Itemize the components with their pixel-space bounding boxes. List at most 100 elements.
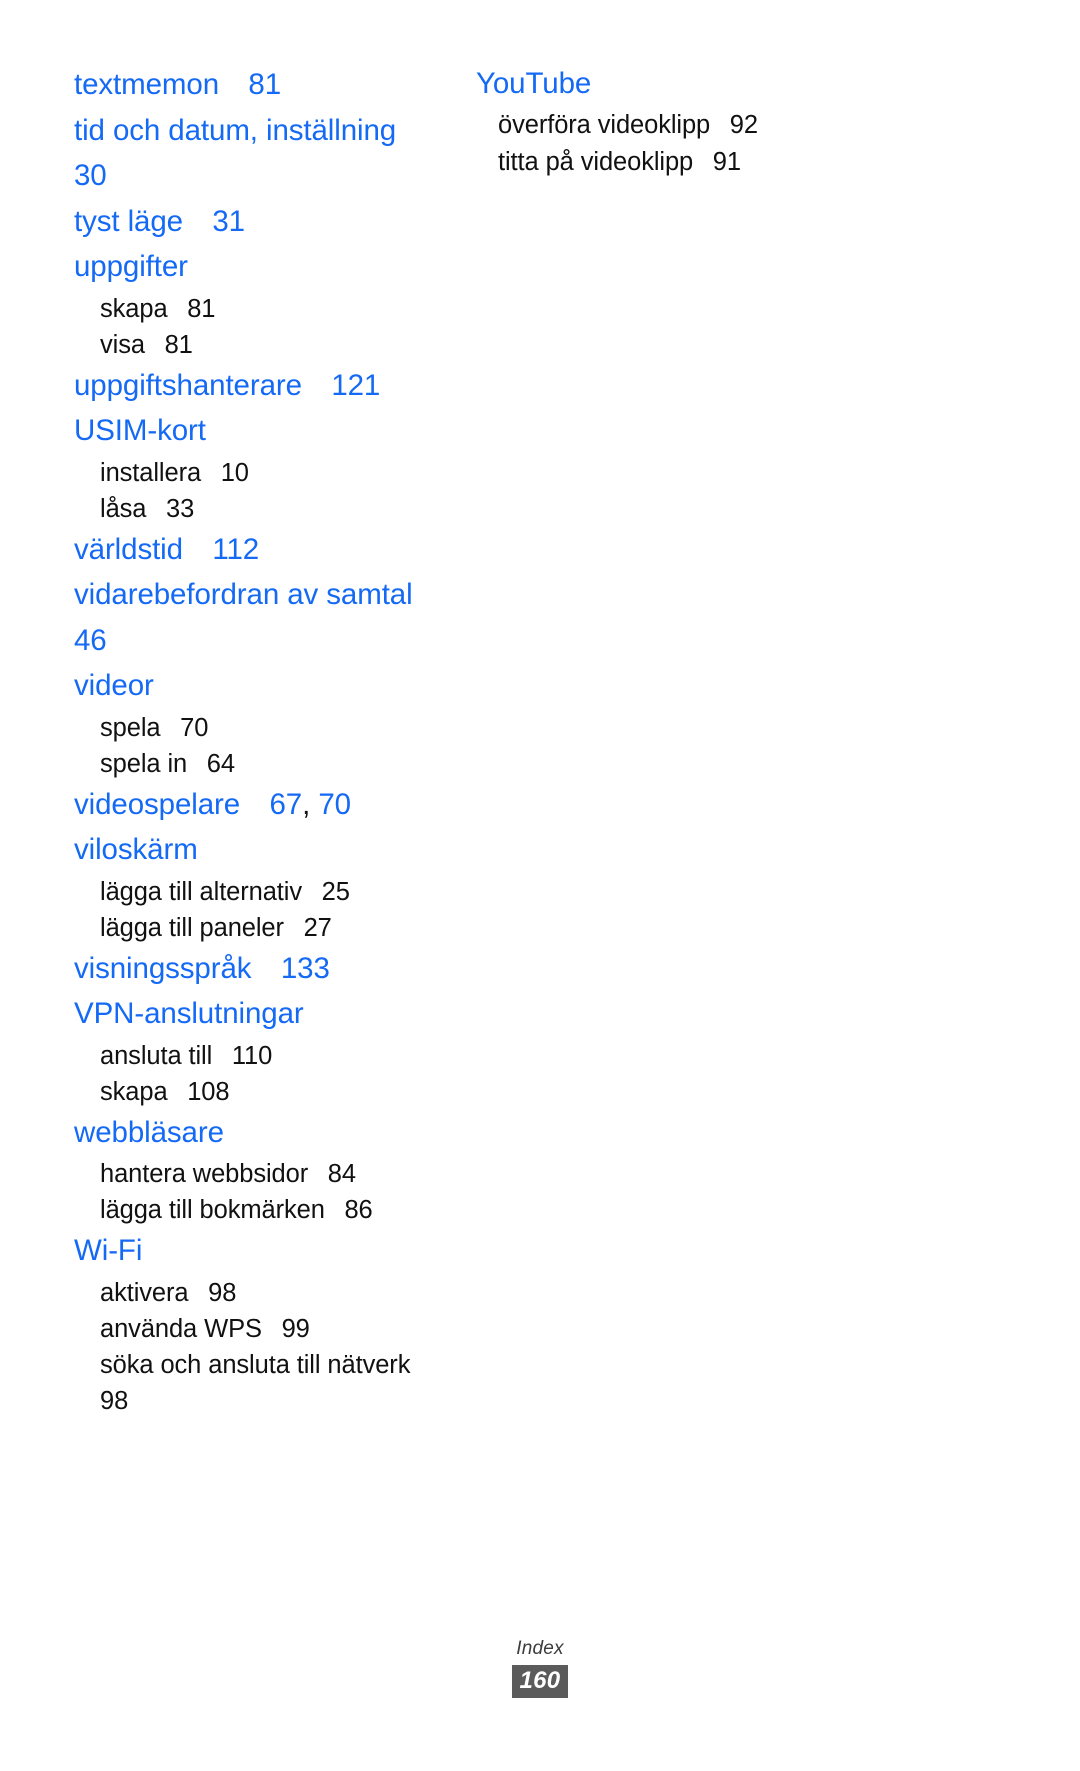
index-main-entry[interactable]: viloskärm xyxy=(74,827,455,873)
index-main-entry[interactable]: VPN-anslutningar xyxy=(74,991,455,1037)
index-sub-entry[interactable]: lägga till alternativ 25 xyxy=(74,874,455,910)
index-sub-entry[interactable]: överföra videoklipp 92 xyxy=(476,107,955,144)
index-subentry-pages: 98 xyxy=(208,1278,237,1307)
index-sub-entry[interactable]: söka och ansluta till nätverk 98 xyxy=(74,1347,455,1419)
index-sub-entry[interactable]: aktivera 98 xyxy=(74,1275,455,1311)
index-sub-entry[interactable]: spela 70 xyxy=(74,710,455,746)
index-main-entry[interactable]: textmemon 81 xyxy=(74,62,455,108)
index-main-entry[interactable]: videor xyxy=(74,663,455,709)
index-entry-term: VPN-anslutningar xyxy=(74,997,304,1030)
index-sub-entry[interactable]: använda WPS 99 xyxy=(74,1311,455,1347)
index-subentry-pages: 91 xyxy=(712,148,741,176)
index-entry-term: Wi-Fi xyxy=(74,1234,143,1267)
index-sub-entry[interactable]: skapa 108 xyxy=(74,1074,455,1110)
index-subentry-pages: 98 xyxy=(100,1386,129,1415)
index-subentry-group: installera 10 låsa 33 xyxy=(74,455,455,527)
index-main-entry[interactable]: videospelare 67, 70 xyxy=(74,782,455,828)
index-sub-entry[interactable]: spela in 64 xyxy=(74,746,455,782)
index-main-entry[interactable]: tid och datum, inställning 30 xyxy=(74,108,455,199)
index-subentry-pages: 81 xyxy=(164,330,193,359)
index-sub-entry[interactable]: installera 10 xyxy=(74,455,455,491)
index-entry-pages: 121 xyxy=(331,368,381,402)
index-sub-entry[interactable]: titta på videoklipp 91 xyxy=(476,144,955,181)
index-subentry-term: spela xyxy=(100,713,161,742)
index-entry-pages: 81 xyxy=(248,68,282,101)
index-main-entry[interactable]: webbläsare xyxy=(74,1110,455,1156)
page-footer: Index 160 xyxy=(0,1638,1080,1698)
page-number: 67 xyxy=(269,787,303,821)
index-sub-entry[interactable]: lägga till paneler 27 xyxy=(74,910,455,946)
index-sub-entry[interactable]: visa 81 xyxy=(74,327,455,363)
index-column-left: textmemon 81 tid och datum, inställning 3… xyxy=(0,62,455,1419)
index-entry-term: uppgifter xyxy=(74,250,188,283)
index-page: textmemon 81 tid och datum, inställning 3… xyxy=(0,0,1080,1771)
index-subentry-pages: 99 xyxy=(281,1314,310,1343)
index-entry-pages: 133 xyxy=(280,951,330,985)
index-subentry-pages: 92 xyxy=(729,111,758,139)
index-entry-term: vidarebefordran av samtal xyxy=(74,578,413,611)
index-main-entry[interactable]: vidarebefordran av samtal 46 xyxy=(74,572,455,663)
index-main-entry[interactable]: världstid 112 xyxy=(74,527,455,573)
footer-section-label: Index xyxy=(516,1638,564,1659)
index-sub-entry[interactable]: skapa 81 xyxy=(74,291,455,327)
index-subentry-pages: 70 xyxy=(180,713,209,742)
index-sub-entry[interactable]: hantera webbsidor 84 xyxy=(74,1156,455,1192)
index-subentry-pages: 108 xyxy=(187,1077,230,1106)
index-subentry-group: aktivera 98 använda WPS 99 söka och anslut… xyxy=(74,1275,455,1419)
index-subentry-pages: 81 xyxy=(187,294,216,323)
index-subentry-term: lägga till bokmärken xyxy=(100,1196,325,1224)
index-entry-term: YouTube xyxy=(476,67,592,100)
index-subentry-term: lägga till alternativ xyxy=(100,877,303,906)
index-entry-pages: 30 xyxy=(74,159,107,192)
index-entry-pages: 67, 70 xyxy=(269,787,351,821)
index-subentry-pages: 25 xyxy=(321,877,350,906)
index-subentry-term: ansluta till xyxy=(100,1041,213,1070)
index-subentry-term: överföra videoklipp xyxy=(498,111,711,139)
index-subentry-pages: 86 xyxy=(344,1196,373,1224)
index-column-right: YouTube överföra videoklipp 92 titta på vi… xyxy=(455,62,955,181)
index-main-entry[interactable]: Wi-Fi xyxy=(74,1228,455,1274)
page-number: 70 xyxy=(318,787,351,821)
index-subentry-pages: 84 xyxy=(327,1160,356,1188)
index-entry-term: tid och datum, inställning xyxy=(74,113,397,147)
index-subentry-term: titta på videoklipp xyxy=(498,148,694,176)
index-subentry-group: hantera webbsidor 84 lägga till bokmärken… xyxy=(74,1156,455,1228)
index-entry-pages: 112 xyxy=(212,532,260,566)
index-main-entry[interactable]: uppgiftshanterare 121 xyxy=(74,363,455,409)
index-main-entry[interactable]: USIM-kort xyxy=(74,408,455,454)
index-subentry-group: ansluta till 110 skapa 108 xyxy=(74,1038,455,1110)
index-subentry-term: låsa xyxy=(100,494,147,523)
index-subentry-term: installera xyxy=(100,458,202,487)
index-entry-pages: 31 xyxy=(212,204,245,238)
index-entry-term: videospelare xyxy=(74,787,241,821)
index-subentry-term: söka och ansluta till nätverk xyxy=(100,1350,411,1379)
index-subentry-term: skapa xyxy=(100,1077,168,1106)
index-subentry-group: skapa 81 visa 81 xyxy=(74,291,455,363)
index-main-entry[interactable]: visningsspråk 133 xyxy=(74,946,455,992)
index-columns: textmemon 81 tid och datum, inställning 3… xyxy=(0,62,1080,1419)
index-main-entry[interactable]: uppgifter xyxy=(74,244,455,290)
index-subentry-pages: 27 xyxy=(303,913,332,942)
index-sub-entry[interactable]: lägga till bokmärken 86 xyxy=(74,1192,455,1228)
index-main-entry[interactable]: YouTube xyxy=(476,62,955,106)
index-entry-term: uppgiftshanterare xyxy=(74,368,302,402)
page-number-badge: 160 xyxy=(511,1665,569,1698)
page-list-separator: , xyxy=(302,787,311,821)
index-entry-term: tyst läge xyxy=(74,204,183,238)
index-subentry-group: spela 70 spela in 64 xyxy=(74,710,455,782)
index-sub-entry[interactable]: ansluta till 110 xyxy=(74,1038,455,1074)
index-entry-term: USIM-kort xyxy=(74,414,206,447)
index-subentry-group: överföra videoklipp 92 titta på videoklip… xyxy=(476,107,955,181)
index-subentry-pages: 110 xyxy=(231,1041,273,1070)
index-subentry-term: lägga till paneler xyxy=(100,913,284,942)
index-subentry-term: visa xyxy=(100,330,145,359)
index-sub-entry[interactable]: låsa 33 xyxy=(74,491,455,527)
index-subentry-term: aktivera xyxy=(100,1278,189,1307)
index-entry-term: videor xyxy=(74,669,154,702)
index-subentry-term: hantera webbsidor xyxy=(100,1160,309,1188)
index-main-entry[interactable]: tyst läge 31 xyxy=(74,199,455,245)
index-subentry-group: lägga till alternativ 25 lägga till panel… xyxy=(74,874,455,946)
index-subentry-pages: 10 xyxy=(220,458,249,487)
index-subentry-term: använda WPS xyxy=(100,1314,262,1343)
index-entry-pages: 46 xyxy=(74,623,107,657)
